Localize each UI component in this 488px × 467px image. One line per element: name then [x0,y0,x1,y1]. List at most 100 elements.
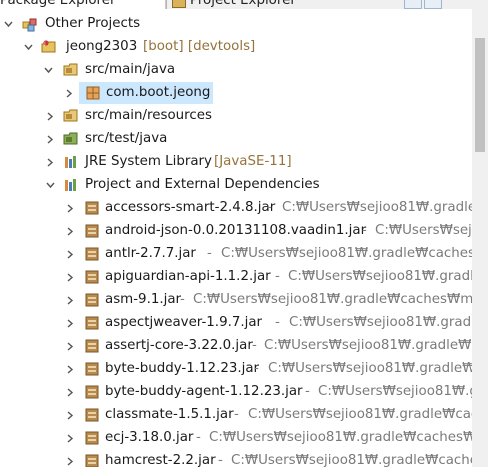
chevron-right-icon[interactable] [64,404,76,426]
tree-item-label: com.boot.jeong [106,85,211,100]
tree-item-label: src/main/java [85,62,176,77]
tree-item-jre-library[interactable]: JRE System Library [JavaSE-11] [0,151,472,173]
tab-project-explorer-label: Project Explorer [190,0,296,8]
tab-project-explorer[interactable]: Project Explorer [168,0,328,9]
jar-icon [84,384,100,400]
chevron-down-icon[interactable] [42,59,54,81]
jar-name: aspectjweaver-1.9.7.jar [105,315,263,330]
jar-path: C:₩Users₩sejioo81₩.gradle₩caches [282,200,472,215]
link-with-editor-button[interactable] [404,0,422,9]
jar-icon [84,269,100,285]
source-folder-icon [63,108,79,124]
chevron-down-icon[interactable] [2,13,14,35]
tree-item-jar[interactable]: asm-9.1.jar - C:₩Users₩sejioo81₩.gradle₩… [0,289,472,311]
jar-path-separator: - [207,246,212,261]
jar-name: ecj-3.18.0.jar [105,430,194,445]
chevron-right-icon[interactable] [44,151,56,173]
tree-item-jar[interactable]: antlr-2.7.7.jar - C:₩Users₩sejioo81₩.gra… [0,243,472,265]
jar-icon [84,223,100,239]
chevron-right-icon[interactable] [64,335,76,357]
chevron-right-icon[interactable] [64,450,76,467]
chevron-right-icon[interactable] [64,266,76,288]
project-name: jeong2303 [66,39,138,54]
tree-item-other-projects[interactable]: Other Projects [0,13,472,35]
chevron-right-icon[interactable] [64,243,76,265]
tree-item-src-main-java[interactable]: src/main/java [0,59,472,81]
chevron-right-icon[interactable] [63,82,75,104]
tab-package-explorer-label: Package Explorer [0,0,116,8]
tab-package-explorer[interactable]: Package Explorer [0,0,166,9]
chevron-right-icon[interactable] [64,220,76,242]
jar-name: antlr-2.7.7.jar [105,246,196,261]
tree-item-jar[interactable]: byte-buddy-agent-1.12.23.jar - C:₩Users₩… [0,381,472,403]
tree-item-jar[interactable]: assertj-core-3.22.0.jar - C:₩Users₩sejio… [0,335,472,357]
jar-name: assertj-core-3.22.0.jar [105,338,253,353]
chevron-right-icon[interactable] [64,358,76,380]
tree-item-jar[interactable]: hamcrest-2.2.jar - C:₩Users₩sejioo81₩.gr… [0,450,472,467]
chevron-right-icon[interactable] [44,128,56,150]
jar-path-separator: - [362,223,367,238]
jar-path: C:₩Users₩sejioo81₩.gradle₩caches₩modules [231,453,472,467]
jar-name: classmate-1.5.1.jar [105,407,234,422]
jar-path-separator: - [218,453,223,467]
package-icon [85,85,101,101]
jar-path: C:₩Users₩sejioo81₩.gradle₩caches [318,384,472,399]
java-project-icon: J [41,39,57,55]
jar-path: C:₩Users₩sejioo81₩.gradle₩caches [268,361,472,376]
jar-path: C:₩Users₩sejioo81₩.gradle₩caches₩modules [221,246,472,261]
jar-path-separator: - [196,430,201,445]
tree-item-dependencies[interactable]: Project and External Dependencies [0,174,472,196]
tree-item-jar[interactable]: classmate-1.5.1.jar - C:₩Users₩sejioo81₩… [0,404,472,426]
jar-path-separator: - [252,338,257,353]
chevron-right-icon[interactable] [64,312,76,334]
jar-name: byte-buddy-agent-1.12.23.jar [105,384,303,399]
tree-item-label: src/main/resources [85,108,212,123]
library-name: JRE System Library [85,154,212,169]
tree-item-jar[interactable]: android-json-0.0.20131108.vaadin1.jar - … [0,220,472,242]
tree-item-src-main-resources[interactable]: src/main/resources [0,105,472,127]
test-source-folder-icon [63,131,79,147]
library-decoration: [JavaSE-11] [214,154,292,169]
jar-path: C:₩Users₩sejioo81₩.gradle₩caches [248,407,472,422]
tree-item-label: src/test/java [85,131,168,146]
tree-item-src-test-java[interactable]: src/test/java [0,128,472,150]
tree-item-jar[interactable]: apiguardian-api-1.1.2.jar - C:₩Users₩sej… [0,266,472,288]
chevron-right-icon[interactable] [64,289,76,311]
view-menu-button[interactable] [424,0,442,9]
chevron-down-icon[interactable] [22,36,34,58]
jar-path-separator: - [275,269,280,284]
jar-icon [84,246,100,262]
chevron-right-icon[interactable] [64,197,76,219]
jar-path-separator: - [267,200,272,215]
tree-item-jar[interactable]: byte-buddy-1.12.23.jar - C:₩Users₩sejioo… [0,358,472,380]
chevron-right-icon[interactable] [64,427,76,449]
tree-item-jar[interactable]: aspectjweaver-1.9.7.jar - C:₩Users₩sejio… [0,312,472,334]
tree-item-label: Project and External Dependencies [85,177,320,192]
jar-path: C:₩Users₩sejioo81₩.gradle₩caches₩modules [209,430,472,445]
jar-icon [84,315,100,331]
tree-item-jar[interactable]: ecj-3.18.0.jar - C:₩Users₩sejioo81₩.grad… [0,427,472,449]
tree-item-label: Other Projects [45,16,141,31]
tree-item-project[interactable]: J jeong2303 [boot] [devtools] [0,36,472,58]
tree-item-jar[interactable]: accessors-smart-2.4.8.jar - C:₩Users₩sej… [0,197,472,219]
chevron-right-icon[interactable] [44,105,56,127]
jar-path-separator: - [254,361,259,376]
jar-name: byte-buddy-1.12.23.jar [105,361,260,376]
jar-name: android-json-0.0.20131108.vaadin1.jar [105,223,367,238]
chevron-right-icon[interactable] [64,381,76,403]
jar-path: C:₩Users₩sejioo81 [375,223,472,238]
jar-path: C:₩Users₩sejioo81₩.gradle₩caches [288,269,472,284]
svg-text:J: J [43,41,45,47]
jar-path-separator: - [275,315,280,330]
jar-icon [84,453,100,467]
project-decoration: [boot] [devtools] [143,39,256,54]
jar-path: C:₩Users₩sejioo81₩.gradle₩caches [264,338,472,353]
jar-icon [84,407,100,423]
tree-item-package[interactable]: com.boot.jeong [79,82,213,104]
chevron-down-icon[interactable] [44,174,56,196]
scrollbar-thumb[interactable] [475,38,485,152]
jar-path: C:₩Users₩sejioo81₩.gradle₩caches [289,315,472,330]
jar-icon [84,361,100,377]
tab-separator [166,0,167,9]
jar-icon [84,338,100,354]
